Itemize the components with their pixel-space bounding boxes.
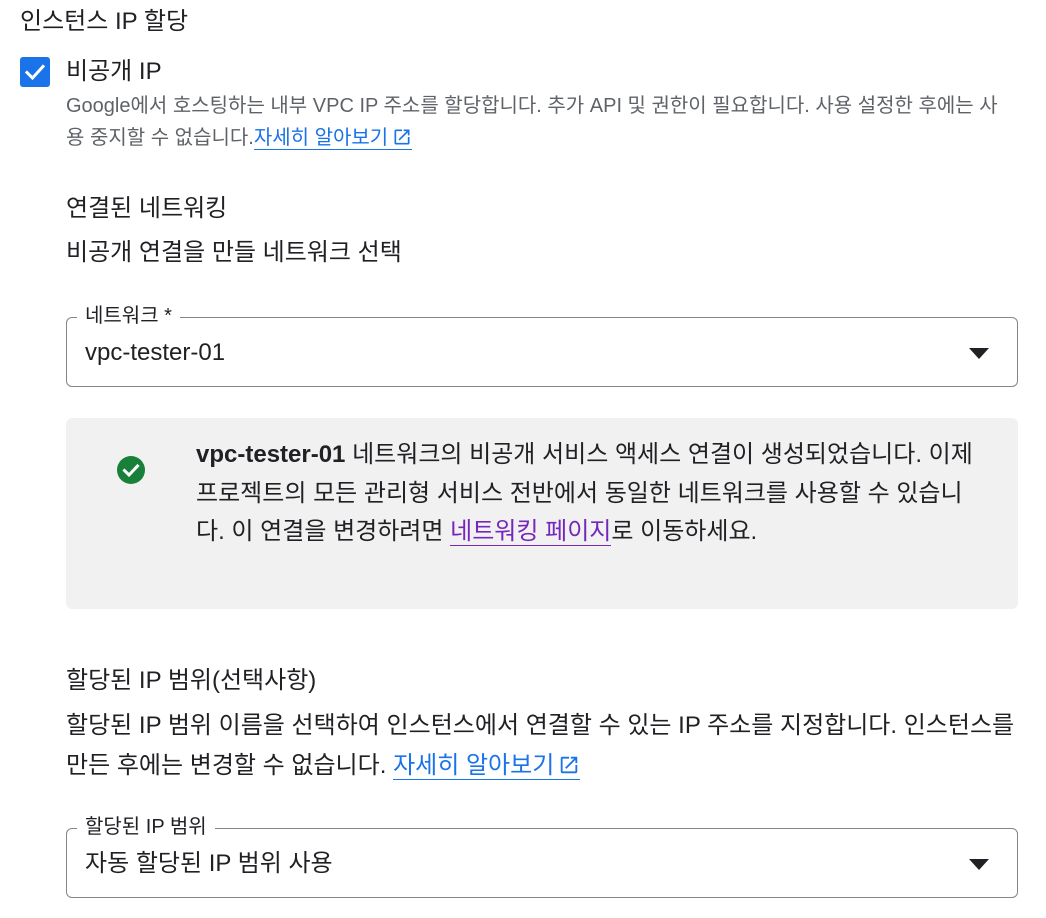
networking-page-link[interactable]: 네트워킹 페이지 <box>450 518 612 546</box>
allocated-range-title: 할당된 IP 범위(선택사항) <box>66 667 317 694</box>
learn-more-link-2[interactable]: 자세히 알아보기 <box>393 752 581 780</box>
external-link-icon <box>561 756 578 774</box>
dropdown-arrow-icon <box>969 859 989 870</box>
section-title: 인스턴스 IP 할당 <box>20 8 189 35</box>
allocated-range-select-value: 자동 할당된 IP 범위 사용 <box>85 850 333 877</box>
info-message: vpc-tester-01 네트워크의 비공개 서비스 액세스 연결이 생성되었… <box>196 436 986 552</box>
info-box: vpc-tester-01 네트워크의 비공개 서비스 액세스 연결이 생성되었… <box>66 418 1018 609</box>
private-ip-helper: Google에서 호스팅하는 내부 VPC IP 주소를 할당합니다. 추가 A… <box>66 90 1016 154</box>
network-select-label: 네트워크 * <box>77 302 180 330</box>
network-select-value: vpc-tester-01 <box>85 339 226 366</box>
learn-more-label-2: 자세히 알아보기 <box>393 752 555 779</box>
checkmark-icon <box>24 64 46 81</box>
private-ip-helper-text: Google에서 호스팅하는 내부 VPC IP 주소를 할당합니다. 추가 A… <box>66 95 998 149</box>
external-link-icon <box>394 129 410 145</box>
check-circle-icon <box>117 456 145 484</box>
allocated-range-select[interactable]: 할당된 IP 범위 자동 할당된 IP 범위 사용 <box>66 813 1018 898</box>
network-select[interactable]: 네트워크 * vpc-tester-01 <box>66 302 1018 387</box>
private-ip-label[interactable]: 비공개 IP <box>66 55 162 89</box>
learn-more-label: 자세히 알아보기 <box>253 127 389 149</box>
dropdown-arrow-icon <box>969 348 989 359</box>
allocated-range-description: 할당된 IP 범위 이름을 선택하여 인스턴스에서 연결할 수 있는 IP 주소… <box>66 706 1026 786</box>
learn-more-link[interactable]: 자세히 알아보기 <box>253 127 413 150</box>
private-ip-checkbox[interactable] <box>20 57 50 87</box>
allocated-range-select-label: 할당된 IP 범위 <box>77 813 215 841</box>
connected-networking-title: 연결된 네트워킹 <box>66 195 228 222</box>
info-text-part2: 로 이동하세요. <box>611 518 758 545</box>
connected-networking-description: 비공개 연결을 만들 네트워크 선택 <box>66 239 402 266</box>
info-network-name: vpc-tester-01 <box>196 441 346 468</box>
